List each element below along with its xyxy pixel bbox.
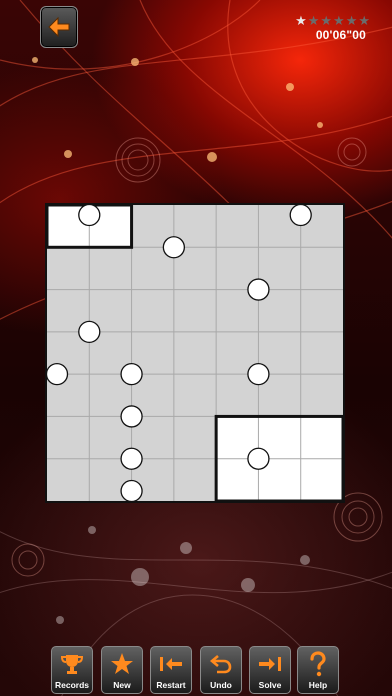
rating-star-icon: ★ xyxy=(345,13,358,28)
puzzle-board[interactable] xyxy=(45,203,345,503)
new-label: New xyxy=(113,680,131,690)
puzzle-grid[interactable] xyxy=(47,205,343,501)
undo-label: Undo xyxy=(210,680,232,690)
undo-button[interactable]: Undo xyxy=(200,646,242,694)
bottom-toolbar: Records New Restart Undo Solve Help xyxy=(0,646,392,696)
records-label: Records xyxy=(54,680,89,690)
back-button[interactable] xyxy=(40,6,78,48)
solve-label: Solve xyxy=(258,680,282,690)
rating-star-icon: ★ xyxy=(358,13,370,28)
trophy-icon xyxy=(60,655,84,674)
left-arrow-icon xyxy=(48,17,70,37)
question-icon xyxy=(310,651,326,677)
dot-marker xyxy=(247,278,270,301)
dot-marker xyxy=(120,479,143,501)
rating-star-icon: ★ xyxy=(295,13,307,28)
restart-button[interactable]: Restart xyxy=(150,646,192,694)
dot-marker xyxy=(289,205,312,227)
dot-marker xyxy=(78,320,101,344)
records-button[interactable]: Records xyxy=(51,646,93,694)
elapsed-timer: 00'06"00 xyxy=(315,28,366,42)
help-label: Help xyxy=(308,680,328,690)
restart-label: Restart xyxy=(156,680,186,690)
dot-marker xyxy=(247,362,270,386)
help-button[interactable]: Help xyxy=(297,646,339,694)
rating-star-icon: ★ xyxy=(307,13,320,28)
new-button[interactable]: New xyxy=(101,646,143,694)
rating-stars: ★ ★ ★ ★ ★ ★ xyxy=(295,14,370,27)
dot-marker xyxy=(78,205,101,227)
rating-star-icon: ★ xyxy=(333,13,345,28)
skip-forward-icon xyxy=(259,657,281,671)
undo-icon xyxy=(209,655,232,674)
solve-button[interactable]: Solve xyxy=(249,646,291,694)
star-icon xyxy=(111,653,133,674)
dot-marker xyxy=(120,362,143,386)
dot-marker xyxy=(47,362,69,386)
dot-marker xyxy=(247,447,270,470)
skip-back-icon xyxy=(160,657,182,671)
rating-star-icon: ★ xyxy=(320,13,333,28)
dot-marker xyxy=(162,236,186,259)
dot-marker xyxy=(120,447,143,470)
dot-marker xyxy=(120,405,143,428)
